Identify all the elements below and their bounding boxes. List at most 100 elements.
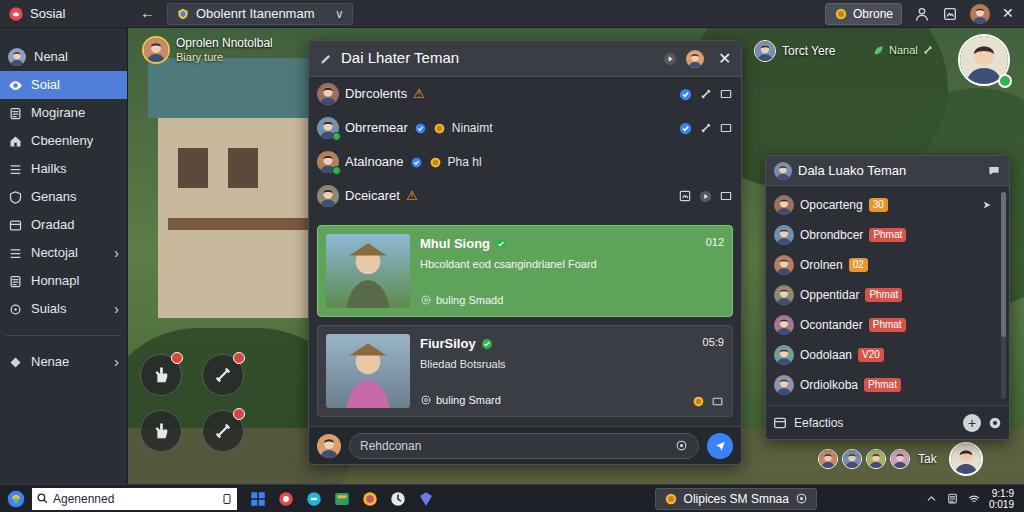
- message-card[interactable]: Mhul SiongHbcoldant eod csangindrlanel F…: [317, 225, 733, 317]
- app-icon[interactable]: [333, 490, 351, 508]
- friend-name: Opocarteng: [800, 196, 863, 214]
- friend-row[interactable]: OrdiolkobaPhmat: [766, 370, 1001, 400]
- search-input[interactable]: [53, 490, 217, 508]
- message-icon[interactable]: [719, 189, 733, 203]
- app-icon[interactable]: [277, 490, 295, 508]
- sidebar-item[interactable]: Genans: [0, 183, 127, 211]
- nearby-player[interactable]: Torct Yere: [754, 40, 835, 62]
- message-icon[interactable]: [719, 87, 733, 101]
- invite-icon[interactable]: [699, 121, 713, 135]
- invite-icon[interactable]: [699, 87, 713, 101]
- gear-icon[interactable]: [987, 415, 1003, 431]
- sidebar-label: Honnapl: [31, 271, 119, 291]
- friend-row[interactable]: Opocarteng30: [766, 190, 1001, 220]
- account-button[interactable]: Obrone: [825, 3, 902, 25]
- close-button[interactable]: ✕: [1002, 3, 1014, 24]
- action-button[interactable]: [202, 410, 244, 452]
- sidebar-label: Nenae: [31, 352, 106, 372]
- app-icon[interactable]: [389, 490, 407, 508]
- play-icon[interactable]: [698, 189, 713, 204]
- party-bar: Tak: [818, 442, 983, 476]
- message-icon[interactable]: [719, 121, 733, 135]
- clock-date: 0:019: [989, 499, 1014, 510]
- send-button[interactable]: [707, 433, 733, 459]
- own-avatar: [317, 434, 341, 458]
- friend-row[interactable]: OodolaanV20: [766, 340, 1001, 370]
- action-button[interactable]: [140, 354, 182, 396]
- companion-portrait[interactable]: [958, 34, 1010, 86]
- page-icon: [8, 78, 23, 93]
- action-button[interactable]: [140, 410, 182, 452]
- taskbar-task[interactable]: Olipices SM Smnaa: [655, 488, 817, 510]
- player-avatar: [142, 36, 170, 64]
- app-icon[interactable]: [417, 490, 435, 508]
- taskbar-search[interactable]: [32, 488, 237, 510]
- tray-chevron-icon[interactable]: [925, 492, 938, 505]
- player-plate: Oprolen NnotolbalBiary ture: [142, 36, 273, 64]
- message-picture: [326, 234, 410, 308]
- app-icon[interactable]: [361, 490, 379, 508]
- message-input[interactable]: [360, 437, 669, 455]
- scrollbar[interactable]: [1001, 192, 1006, 399]
- sidebar-label: Genans: [31, 187, 119, 207]
- sidebar-item[interactable]: Nenal: [0, 43, 127, 71]
- coin-icon: [433, 122, 446, 135]
- coin-icon: [834, 7, 848, 21]
- sidebar-item[interactable]: Soial: [0, 71, 127, 99]
- message-text: Hbcoldant eod csangindrlanel Foard: [420, 256, 696, 273]
- sidebar-item[interactable]: Nenae›: [0, 348, 127, 376]
- send-icon[interactable]: [981, 199, 993, 211]
- friend-name: Orolnen: [800, 256, 843, 274]
- app-icon[interactable]: [249, 490, 267, 508]
- expand-icon[interactable]: [711, 395, 724, 408]
- sidebar-item[interactable]: Oradad: [0, 211, 127, 239]
- realm-dropdown[interactable]: Obolenrt Itanenmam∨: [167, 3, 353, 25]
- sidebar: NenalSoialMogiraneCbeenlenyHailks Genans O…: [0, 28, 128, 484]
- sidebar-item[interactable]: Mogirane: [0, 99, 127, 127]
- photo-icon[interactable]: [678, 189, 692, 203]
- sidebar-item[interactable]: Nectojal›: [0, 239, 127, 267]
- start-icon[interactable]: [6, 489, 26, 509]
- friend-row[interactable]: Orolnen02: [766, 250, 1001, 280]
- friend-row[interactable]: ObrremearNinaimt: [309, 111, 741, 145]
- sidebar-item[interactable]: Hailks: [0, 155, 127, 183]
- profile-avatar: [8, 48, 26, 66]
- wifi-icon[interactable]: [967, 492, 981, 506]
- party-label: Tak: [918, 450, 937, 468]
- notes-icon[interactable]: [946, 492, 959, 505]
- system-tray: 9:1:90:019: [925, 488, 1018, 510]
- close-button[interactable]: ✕: [718, 47, 731, 71]
- action-button[interactable]: [202, 354, 244, 396]
- message-card[interactable]: FiurSiloyBliedad Botsrualsbuling Smard05…: [317, 325, 733, 417]
- user-avatar: [970, 4, 990, 24]
- friend-row[interactable]: OcontanderPhmat: [766, 310, 1001, 340]
- sidebar-divider: [6, 335, 121, 336]
- friend-row[interactable]: Dbrcolents⚠: [309, 77, 741, 111]
- party-avatar: [818, 449, 838, 469]
- screenshot-icon[interactable]: [942, 6, 958, 22]
- status-icon: [795, 492, 808, 505]
- scrollbar-thumb[interactable]: [1001, 192, 1006, 337]
- message-field[interactable]: [349, 433, 699, 459]
- sidebar-item[interactable]: Honnapl: [0, 267, 127, 295]
- profile-icon[interactable]: [914, 6, 930, 22]
- app-icon[interactable]: [305, 490, 323, 508]
- clock: 9:1:90:019: [989, 488, 1014, 510]
- coin-icon: [664, 492, 678, 506]
- friend-row[interactable]: OppentidarPhmat: [766, 280, 1001, 310]
- friend-row[interactable]: ObrondbcerPhmat: [766, 220, 1001, 250]
- page-icon: [8, 246, 23, 261]
- sidebar-item[interactable]: Cbeenleny: [0, 127, 127, 155]
- add-friend-button[interactable]: +: [963, 414, 981, 432]
- page-icon: [8, 302, 23, 317]
- back-button[interactable]: ←: [136, 2, 159, 25]
- friend-row[interactable]: AtalnoanePha hl: [309, 145, 741, 179]
- friend-row[interactable]: Dceicaret⚠: [309, 179, 741, 213]
- emoji-icon[interactable]: [675, 439, 688, 452]
- shield-icon: [176, 7, 190, 21]
- sidebar-item[interactable]: Suials›: [0, 295, 127, 323]
- play-icon[interactable]: [662, 51, 678, 67]
- friends-list: Opocarteng30ObrondbcerPhmatOrolnen02Oppe…: [766, 186, 1001, 405]
- chat-icon[interactable]: [987, 164, 1001, 178]
- mention-icon: [420, 394, 432, 406]
